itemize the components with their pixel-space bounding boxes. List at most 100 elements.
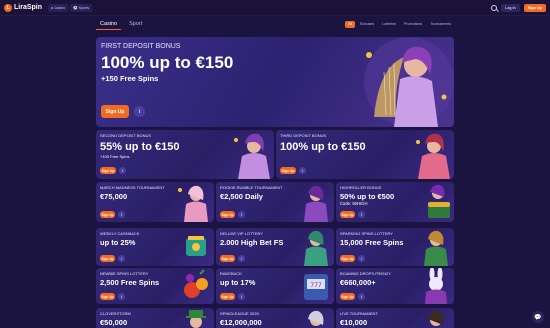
- sorceress-illustration: [424, 230, 448, 266]
- hero-promo-card[interactable]: FIRST DEPOSIT BONUS 100% up to €150 +150…: [96, 37, 454, 127]
- promo-title: 15,000 Free Spins: [340, 237, 404, 247]
- promo-signup-button[interactable]: Sign Up: [220, 255, 235, 262]
- hero-signup-button[interactable]: Sign Up: [101, 105, 129, 118]
- filter-group: All Bonuses Lotteries Promotions Tournam…: [345, 20, 454, 28]
- search-icon[interactable]: [491, 4, 498, 11]
- promo-signup-button[interactable]: Sign Up: [100, 293, 115, 300]
- logo-text: LiraSpin: [14, 4, 43, 11]
- promo-card-spinoleague[interactable]: SPINOLEAGUE 2025 €12,000,000: [216, 308, 334, 328]
- promo-subtitle: WEEKLY CASHBACK: [100, 231, 140, 236]
- promo-signup-button[interactable]: Sign Up: [100, 211, 115, 218]
- promo-title: 100% up to €150: [280, 140, 366, 153]
- champion-illustration: [308, 310, 324, 326]
- chat-support-icon[interactable]: 💬: [532, 311, 544, 323]
- promo-signup-button[interactable]: Sign Up: [220, 211, 235, 218]
- header-actions: Log In Sign Up: [491, 3, 546, 12]
- tab-sports[interactable]: ⚽ Sports: [70, 3, 92, 12]
- promo-title: €12,000,000: [220, 317, 262, 327]
- promo-subtitle: RAKEBACK: [220, 271, 242, 276]
- promo-card-live-tournament[interactable]: LIVE TOURNAMENT €10,000: [336, 308, 454, 328]
- promo-subtitle: HIGHROLLER BONUS: [340, 185, 382, 190]
- tab-sports-label: Sports: [78, 5, 89, 10]
- promo-card-rakeback[interactable]: RAKEBACK up to 17% Sign Up i 777: [216, 268, 334, 304]
- promo-title: €2,500 Daily: [220, 191, 263, 201]
- promo-card-weekly-cashback[interactable]: WEEKLY CASHBACK up to 25% Sign Up i: [96, 228, 214, 266]
- promo-card-rookie-rumble[interactable]: ROOKIE RUMBLE TOURNAMENT €2,500 Daily Si…: [216, 182, 334, 222]
- promo-info-icon[interactable]: i: [238, 293, 245, 300]
- promo-info-icon[interactable]: i: [299, 167, 306, 174]
- leprechaun-illustration: [186, 310, 206, 328]
- promo-card-cloverstorm[interactable]: CLOVERSTORM €50,000: [96, 308, 214, 328]
- dealer-illustration: [428, 310, 444, 326]
- tab-casino-category[interactable]: Casino: [96, 19, 122, 30]
- promo-info-icon[interactable]: i: [119, 167, 126, 174]
- promo-title: 55% up to €150: [100, 140, 180, 153]
- promo-title: up to 17%: [220, 277, 256, 287]
- promo-card-sparking-spins[interactable]: SPARKING SPINS LOTTERY 15,000 Free Spins…: [336, 228, 454, 266]
- promo-info-icon[interactable]: i: [358, 293, 365, 300]
- promo-subtitle: CLOVERSTORM: [100, 311, 131, 316]
- fruits-illustration: [184, 269, 208, 298]
- promo-subtitle: LIVE TOURNAMENT: [340, 311, 378, 316]
- category-row: Casino Sport All Bonuses Lotteries Promo…: [96, 18, 454, 30]
- promo-info-icon[interactable]: i: [118, 293, 125, 300]
- rabbit-illustration: [425, 268, 447, 304]
- promo-card-deluxe-vip[interactable]: DELUXE VIP LOTTERY 2.000 High Bet FS Sig…: [216, 228, 334, 266]
- hero-extra: +150 Free Spins: [101, 74, 159, 84]
- hero-subtitle: FIRST DEPOSIT BONUS: [101, 43, 181, 50]
- promo-title: 50% up to €500: [340, 191, 395, 201]
- promo-card-newbie-spins[interactable]: NEWBIE SPINS LOTTERY 2,500 Free Spins Si…: [96, 268, 214, 304]
- promo-subtitle: THIRD DEPOSIT BONUS: [280, 133, 327, 138]
- promo-info-icon[interactable]: i: [118, 211, 125, 218]
- top-tabs: ♠ Casino ⚽ Sports: [48, 3, 92, 12]
- filter-lotteries[interactable]: Lotteries: [379, 21, 399, 28]
- filter-bonuses[interactable]: Bonuses: [357, 21, 377, 28]
- promo-subtitle: NEWBIE SPINS LOTTERY: [100, 271, 149, 276]
- promo-title: €50,000: [100, 317, 128, 327]
- warrior-illustration: [304, 185, 328, 222]
- vip-woman-illustration: [304, 230, 328, 266]
- promo-card-second-deposit[interactable]: SECOND DEPOSIT BONUS 55% up to €150 +100…: [96, 130, 274, 179]
- tab-sport-category[interactable]: Sport: [125, 19, 146, 29]
- hero-title: 100% up to €150: [101, 53, 234, 73]
- promo-card-third-deposit[interactable]: THIRD DEPOSIT BONUS 100% up to €150 Sign…: [276, 130, 454, 179]
- promo-title: 2.000 High Bet FS: [220, 237, 284, 247]
- promo-subtitle: SPARKING SPINS LOTTERY: [340, 231, 393, 236]
- promo-title: €75,000: [100, 191, 128, 201]
- promo-signup-button[interactable]: Sign Up: [280, 167, 296, 174]
- logo[interactable]: L LiraSpin: [4, 3, 43, 12]
- login-button[interactable]: Log In: [501, 3, 520, 12]
- top-bar: L LiraSpin ♠ Casino ⚽ Sports Log In Sign…: [0, 0, 550, 16]
- promo-title: up to 25%: [100, 237, 136, 247]
- fairy-illustration: [178, 185, 208, 222]
- promo-subtitle: SECOND DEPOSIT BONUS: [100, 133, 152, 138]
- promo-signup-button[interactable]: Sign Up: [100, 167, 116, 174]
- promo-subtitle: MARCH MADNESS TOURNAMENT: [100, 185, 165, 190]
- filter-tournaments[interactable]: Tournaments: [427, 21, 454, 28]
- promo-signup-button[interactable]: Sign Up: [220, 293, 235, 300]
- promo-signup-button[interactable]: Sign Up: [340, 255, 355, 262]
- promo-title: €10,000: [340, 317, 368, 327]
- promo-card-bcaming-drops[interactable]: BCAMING DROPS FRENZY €660,000+ Sign Up i: [336, 268, 454, 304]
- promo-extra: Code: 50HIGH: [340, 200, 368, 206]
- promo-info-icon[interactable]: i: [238, 255, 245, 262]
- hero-info-icon[interactable]: i: [134, 106, 145, 117]
- promo-signup-button[interactable]: Sign Up: [100, 255, 115, 262]
- promo-extra: +100 Free Spins: [100, 153, 130, 159]
- filter-all[interactable]: All: [345, 20, 356, 28]
- promo-info-icon[interactable]: i: [358, 255, 365, 262]
- treasure-chest-illustration: [428, 184, 450, 218]
- promo-signup-button[interactable]: Sign Up: [340, 293, 355, 300]
- signup-button[interactable]: Sign Up: [523, 3, 546, 12]
- promo-subtitle: DELUXE VIP LOTTERY: [220, 231, 263, 236]
- promo-info-icon[interactable]: i: [118, 255, 125, 262]
- promo-card-highroller[interactable]: HIGHROLLER BONUS 50% up to €500 Code: 50…: [336, 182, 454, 222]
- filter-promotions[interactable]: Promotions: [401, 21, 425, 28]
- tab-casino-label: Casino: [53, 5, 66, 10]
- slot-machine-illustration: 777: [304, 274, 328, 300]
- promo-signup-button[interactable]: Sign Up: [340, 211, 355, 218]
- promo-card-march-madness[interactable]: MARCH MADNESS TOURNAMENT €75,000 Sign Up…: [96, 182, 214, 222]
- tab-casino[interactable]: ♠ Casino: [48, 3, 69, 12]
- promo-info-icon[interactable]: i: [238, 211, 245, 218]
- promo-info-icon[interactable]: i: [358, 211, 365, 218]
